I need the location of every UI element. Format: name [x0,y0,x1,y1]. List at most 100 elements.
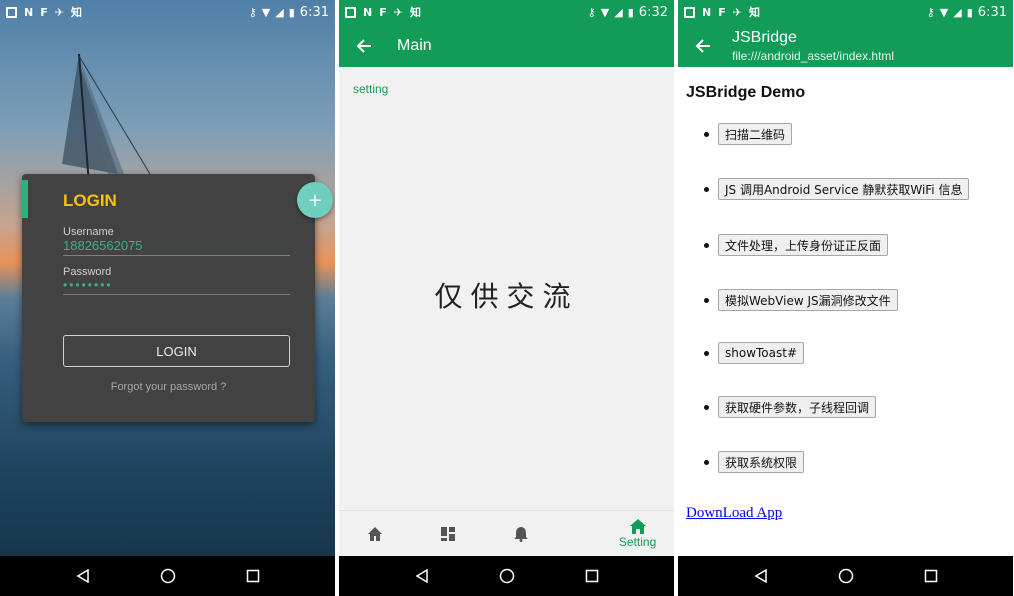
login-accent-bar [22,180,28,218]
list-item: 扫描二维码 [704,123,793,145]
back-triangle-icon [754,569,767,583]
notes-icon [6,6,17,18]
arrow-left-icon [356,38,371,53]
app-bar: N F ✈ 知 ⚷ ▼ ◢ ▮ 6:32 Main [339,0,674,67]
plus-icon: + [307,189,323,211]
login-screen: N F ✈ 知 ⚷ ▼ ◢ ▮ 6:31 LOGIN Username Pass… [0,0,335,596]
recents-square-icon [246,569,259,583]
n-icon: N [363,5,373,19]
tab-notifications[interactable] [485,526,558,542]
username-label: Username [63,226,114,238]
status-time: 6:32 [638,4,668,20]
tab-home[interactable] [339,526,412,542]
notes-icon [684,6,695,18]
zhi-icon: 知 [70,6,82,19]
system-nav-bar [339,556,674,596]
zhi-icon: 知 [409,6,421,19]
wifi-icon: ▼ [939,5,949,19]
login-button[interactable]: LOGIN [63,335,290,367]
status-bar: N F ✈ 知 ⚷ ▼ ◢ ▮ 6:31 [678,0,1013,24]
battery-icon: ▮ [288,5,295,19]
nav-back-button[interactable] [68,561,98,591]
nav-back-button[interactable] [746,561,776,591]
key-icon: ⚷ [248,5,257,19]
jsbridge-screen: N F ✈ 知 ⚷ ▼ ◢ ▮ 6:31 JSBridge file:///an… [678,0,1013,596]
show-toast-button[interactable]: showToast# [718,342,805,364]
flipboard-icon: F [40,5,48,19]
back-triangle-icon [76,569,89,583]
nav-home-button[interactable] [153,561,183,591]
back-button[interactable] [692,35,714,57]
recents-square-icon [924,569,937,583]
login-card: LOGIN Username Password LOGIN Forgot you… [22,174,315,422]
add-fab-button[interactable]: + [297,182,333,218]
bell-icon [514,526,528,542]
status-bar: N F ✈ 知 ⚷ ▼ ◢ ▮ 6:31 [0,0,335,24]
nav-recents-button[interactable] [238,561,268,591]
back-button[interactable] [353,35,375,57]
wifi-icon: ▼ [261,5,271,19]
bottom-tab-bar: Setting [339,510,674,556]
home-circle-icon [160,568,175,584]
list-item: 模拟WebView JS漏洞修改文件 [704,289,898,311]
key-icon: ⚷ [587,5,596,19]
list-item: JS 调用Android Service 静默获取WiFi 信息 [704,178,970,200]
nav-recents-button[interactable] [916,561,946,591]
get-wifi-info-button[interactable]: JS 调用Android Service 静默获取WiFi 信息 [718,178,970,200]
hardware-params-button[interactable]: 获取硬件参数，子线程回调 [718,396,877,418]
tab-setting[interactable]: Setting [601,518,674,549]
nav-recents-button[interactable] [577,561,607,591]
flipboard-icon: F [379,5,387,19]
status-time: 6:31 [299,4,329,20]
main-screen: N F ✈ 知 ⚷ ▼ ◢ ▮ 6:32 Main setting 仅供交流 S… [339,0,674,596]
twitter-icon: ✈ [393,5,403,19]
page-title: JSBridge [732,28,797,46]
system-permission-button[interactable]: 获取系统权限 [718,451,805,473]
n-icon: N [702,5,712,19]
list-item: 获取系统权限 [704,451,805,473]
home-circle-icon [499,568,514,584]
wifi-icon: ▼ [600,5,610,19]
recents-square-icon [585,569,598,583]
nav-home-button[interactable] [831,561,861,591]
list-item: showToast# [704,342,805,364]
nav-back-button[interactable] [407,561,437,591]
home-icon [629,518,646,534]
webview-vuln-button[interactable]: 模拟WebView JS漏洞修改文件 [718,289,898,311]
home-circle-icon [838,568,853,584]
page-title: Main [397,36,432,54]
list-item: 获取硬件参数，子线程回调 [704,396,877,418]
key-icon: ⚷ [926,5,935,19]
username-field[interactable] [63,238,290,256]
twitter-icon: ✈ [732,5,742,19]
setting-link[interactable]: setting [353,82,388,96]
download-app-link[interactable]: DownLoad App [686,505,782,522]
page-url: file:///android_asset/index.html [732,48,895,63]
signal-icon: ◢ [275,5,284,19]
zhi-icon: 知 [748,6,760,19]
system-nav-bar [678,556,1013,596]
scan-qr-button[interactable]: 扫描二维码 [718,123,793,145]
flipboard-icon: F [718,5,726,19]
forgot-password-link[interactable]: Forgot your password ? [44,381,293,393]
login-title: LOGIN [63,191,117,210]
status-time: 6:31 [977,4,1007,20]
dashboard-icon [441,526,456,541]
system-nav-bar [0,556,335,596]
password-label: Password [63,266,112,278]
signal-icon: ◢ [614,5,623,19]
status-bar: N F ✈ 知 ⚷ ▼ ◢ ▮ 6:32 [339,0,674,24]
password-field[interactable] [63,278,290,295]
battery-icon: ▮ [966,5,973,19]
n-icon: N [24,5,34,19]
upload-id-card-button[interactable]: 文件处理，上传身份证正反面 [718,234,889,256]
nav-home-button[interactable] [492,561,522,591]
tab-dashboard[interactable] [412,526,485,542]
notes-icon [345,6,356,18]
battery-icon: ▮ [627,5,634,19]
center-text: 仅供交流 [434,280,579,313]
arrow-left-icon [695,38,710,53]
home-icon [368,526,383,541]
back-triangle-icon [415,569,428,583]
app-bar: N F ✈ 知 ⚷ ▼ ◢ ▮ 6:31 JSBridge file:///an… [678,0,1013,67]
